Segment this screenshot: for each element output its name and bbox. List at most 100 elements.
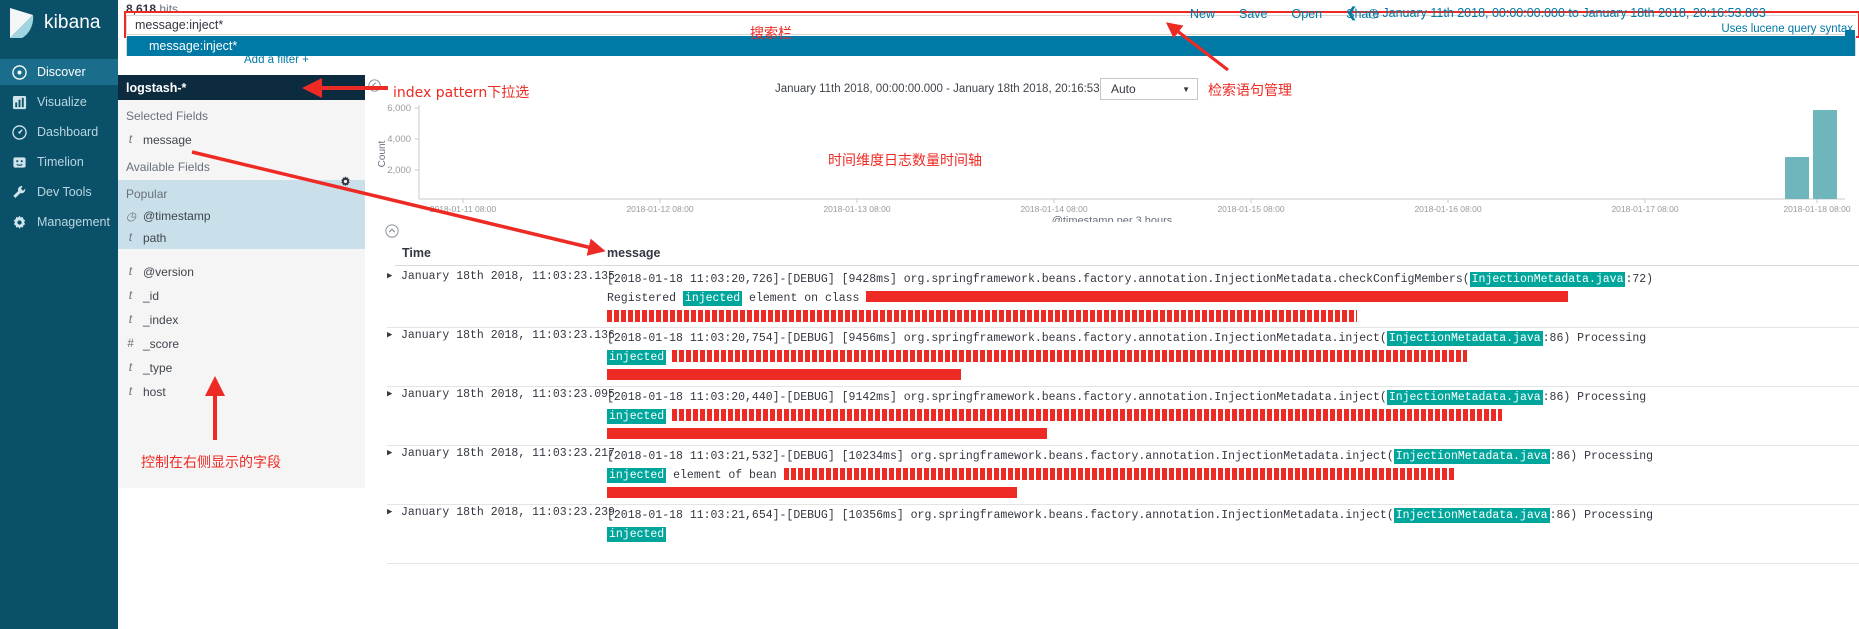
highlight-term: InjectionMetadata.java: [1393, 449, 1550, 464]
collapse-sidebar-icon[interactable]: [368, 79, 381, 92]
histogram-panel: January 11th 2018, 00:00:00.000 - Januar…: [365, 75, 1859, 230]
caret-right-icon[interactable]: ▶: [387, 389, 392, 399]
row-message: [2018-01-18 11:03:20,440]-[DEBUG] [9142m…: [607, 388, 1859, 445]
save-button[interactable]: Save: [1227, 7, 1280, 21]
message-text: :86) Processing: [1542, 332, 1647, 345]
row-message: [2018-01-18 11:03:21,532]-[DEBUG] [10234…: [607, 447, 1859, 504]
sidebar-item-dashboard[interactable]: Dashboard: [0, 119, 118, 145]
chart-time-label: January 11th 2018, 00:00:00.000 - Januar…: [775, 83, 1137, 95]
sidebar-item-label: Timelion: [37, 155, 84, 169]
interval-value: Auto: [1111, 82, 1136, 96]
field-type-string-icon: t: [128, 362, 133, 374]
field-type-string-icon: t: [128, 386, 133, 398]
time-range-picker[interactable]: ◷ January 11th 2018, 00:00:00.000 to Jan…: [1368, 5, 1766, 20]
row-time: January 18th 2018, 11:03:23.239: [401, 506, 615, 519]
index-pattern-selector[interactable]: logstash-*: [118, 75, 365, 100]
column-header-time[interactable]: Time: [402, 246, 431, 260]
field-type-string-icon: t: [128, 314, 133, 326]
selected-fields-heading: Selected Fields: [126, 109, 209, 123]
popular-heading: Popular: [126, 187, 168, 201]
field-name: message: [143, 133, 192, 147]
sidebar-item-discover[interactable]: Discover: [0, 59, 118, 85]
redacted-text: [672, 408, 1503, 421]
highlight-term: injected: [607, 527, 667, 542]
message-text: :72): [1625, 273, 1654, 286]
message-text: :86) Processing: [1549, 450, 1654, 463]
open-button[interactable]: Open: [1280, 7, 1335, 21]
svg-text:2,000: 2,000: [387, 165, 411, 176]
field-item-score[interactable]: # _score: [118, 332, 365, 356]
field-item-message[interactable]: t message: [118, 129, 365, 151]
column-header-message[interactable]: message: [607, 246, 661, 260]
popular-fields-group: Popular ◷ @timestamp t path: [118, 180, 365, 249]
field-name: path: [143, 231, 167, 245]
field-panel: logstash-* Selected Fields t message Ava…: [118, 75, 365, 629]
sidebar-item-label: Visualize: [37, 95, 87, 109]
field-item-path[interactable]: t path: [118, 227, 365, 249]
results-table: Time message ▶ January 18th 2018, 11:03:…: [365, 222, 1859, 629]
highlight-term: injected: [607, 409, 667, 424]
histogram-chart[interactable]: 6,000 4,000 2,000 Count 2018-01-11 08:00…: [365, 99, 1859, 229]
field-type-date-icon: ◷: [126, 211, 137, 223]
wrench-icon: [11, 184, 27, 200]
field-type-string-icon: t: [128, 266, 133, 278]
redacted-text: [783, 467, 1456, 480]
sidebar-item-dev-tools[interactable]: Dev Tools: [0, 179, 118, 205]
autocomplete-suggestion[interactable]: message:inject*: [126, 36, 1856, 56]
sidebar-item-timelion[interactable]: Timelion: [0, 149, 118, 175]
clock-icon: ◷: [1368, 6, 1379, 20]
sidebar-item-management[interactable]: Management: [0, 209, 118, 235]
svg-text:2018-01-11 08:00: 2018-01-11 08:00: [430, 204, 497, 214]
field-item-version[interactable]: t @version: [118, 260, 365, 284]
table-row[interactable]: ▶ January 18th 2018, 11:03:23.135 [2018-…: [387, 269, 1859, 328]
field-item-type[interactable]: t _type: [118, 356, 365, 380]
caret-right-icon[interactable]: ▶: [387, 330, 392, 340]
field-item-index[interactable]: t _index: [118, 308, 365, 332]
highlight-term: InjectionMetadata.java: [1393, 508, 1550, 523]
highlight-term: injected: [682, 291, 743, 306]
interval-select[interactable]: Auto ▼: [1100, 78, 1198, 100]
sidebar: kibana Discover Visualize Dashboard Time…: [0, 0, 118, 629]
svg-text:2018-01-12 08:00: 2018-01-12 08:00: [626, 204, 693, 214]
field-type-number-icon: #: [127, 338, 134, 350]
message-text: :86) Processing: [1549, 509, 1654, 522]
field-type-string-icon: t: [128, 232, 133, 244]
chevron-left-icon[interactable]: ❮: [1346, 4, 1358, 21]
message-text: element on class: [742, 292, 867, 305]
highlight-term: InjectionMetadata.java: [1469, 272, 1626, 287]
sort-up-icon[interactable]: [385, 224, 399, 238]
compass-icon: [11, 64, 27, 80]
table-row[interactable]: ▶ January 18th 2018, 11:03:23.239 [2018-…: [387, 505, 1859, 564]
table-row[interactable]: ▶ January 18th 2018, 11:03:23.136 [2018-…: [387, 328, 1859, 387]
row-time: January 18th 2018, 11:03:23.095: [401, 388, 615, 401]
svg-text:2018-01-13 08:00: 2018-01-13 08:00: [823, 204, 890, 214]
lucene-syntax-hint[interactable]: Uses lucene query syntax: [1721, 23, 1853, 35]
field-name: _type: [143, 361, 173, 375]
sidebar-item-label: Dashboard: [37, 125, 99, 139]
field-item-timestamp[interactable]: ◷ @timestamp: [118, 205, 365, 227]
message-text: [2018-01-18 11:03:20,726]-[DEBUG] [9428m…: [607, 273, 1470, 286]
new-button[interactable]: New: [1178, 7, 1227, 21]
sidebar-item-visualize[interactable]: Visualize: [0, 89, 118, 115]
app-logo[interactable]: kibana: [0, 0, 118, 46]
table-row[interactable]: ▶ January 18th 2018, 11:03:23.095 [2018-…: [387, 387, 1859, 446]
add-filter-link[interactable]: Add a filter +: [244, 54, 309, 66]
field-name: @version: [143, 265, 194, 279]
caret-right-icon[interactable]: ▶: [387, 448, 392, 458]
svg-text:2018-01-15 08:00: 2018-01-15 08:00: [1217, 204, 1284, 214]
caret-right-icon[interactable]: ▶: [387, 507, 392, 517]
autocomplete-suggestion-label: message:inject*: [149, 39, 238, 53]
caret-right-icon[interactable]: ▶: [387, 271, 392, 281]
field-type-string-icon: t: [128, 290, 133, 302]
message-text: [2018-01-18 11:03:20,754]-[DEBUG] [9456m…: [607, 332, 1387, 345]
saved-search-toolbar: New Save Open Share: [1178, 3, 1379, 24]
table-row[interactable]: ▶ January 18th 2018, 11:03:23.217 [2018-…: [387, 446, 1859, 505]
message-text: Registered: [607, 292, 683, 305]
field-item-host[interactable]: t host: [118, 380, 365, 404]
field-panel-empty-space: [118, 488, 365, 629]
field-settings-gear-icon[interactable]: [340, 176, 351, 190]
svg-text:2018-01-16 08:00: 2018-01-16 08:00: [1414, 204, 1481, 214]
sidebar-item-label: Management: [37, 215, 110, 229]
field-name: host: [143, 385, 166, 399]
field-item-id[interactable]: t _id: [118, 284, 365, 308]
